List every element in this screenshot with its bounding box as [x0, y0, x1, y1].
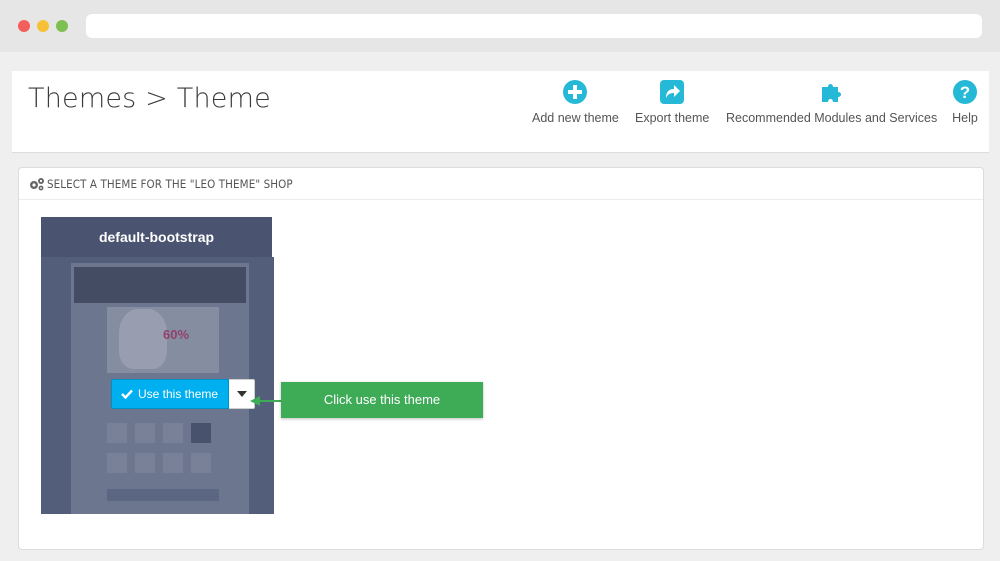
- puzzle-icon: [821, 84, 841, 102]
- svg-text:?: ?: [960, 83, 970, 102]
- export-theme-button[interactable]: Export theme: [635, 79, 709, 125]
- recommended-modules-button[interactable]: Recommended Modules and Services: [726, 79, 937, 125]
- instruction-callout: Click use this theme: [281, 382, 483, 418]
- use-this-theme-button[interactable]: Use this theme: [111, 379, 230, 409]
- caret-down-icon: [236, 391, 247, 397]
- theme-preview-image: 60% Use this theme: [41, 257, 274, 514]
- use-this-theme-label: Use this theme: [138, 387, 219, 401]
- page-header-toolbar: Themes > Theme Add new theme Export them…: [12, 71, 989, 153]
- minimize-window-dot[interactable]: [37, 20, 49, 32]
- check-icon: [121, 389, 133, 399]
- question-circle-icon: ?: [953, 80, 977, 104]
- page-title: Themes > Theme: [28, 83, 271, 114]
- panel-heading-text: SELECT A THEME FOR THE "LEO THEME" SHOP: [47, 177, 293, 191]
- plus-circle-icon: [563, 80, 588, 104]
- theme-card-title: default-bootstrap: [41, 217, 272, 257]
- gears-icon: [30, 178, 44, 191]
- address-bar[interactable]: [86, 14, 982, 38]
- theme-selection-panel: SELECT A THEME FOR THE "LEO THEME" SHOP …: [18, 167, 984, 550]
- panel-heading: SELECT A THEME FOR THE "LEO THEME" SHOP: [19, 168, 983, 200]
- help-button[interactable]: ? Help: [952, 79, 978, 125]
- maximize-window-dot[interactable]: [56, 20, 68, 32]
- use-theme-button-group: Use this theme: [111, 379, 256, 409]
- add-new-theme-button[interactable]: Add new theme: [532, 79, 619, 125]
- export-theme-label: Export theme: [635, 111, 710, 125]
- theme-card: default-bootstrap 60% Use this theme: [41, 217, 274, 515]
- share-icon: [660, 80, 685, 104]
- help-label: Help: [952, 111, 978, 125]
- add-new-theme-label: Add new theme: [532, 111, 619, 125]
- close-window-dot[interactable]: [18, 20, 30, 32]
- recommended-modules-label: Recommended Modules and Services: [726, 111, 938, 125]
- callout-arrow: [250, 396, 282, 406]
- browser-chrome: [0, 0, 1000, 52]
